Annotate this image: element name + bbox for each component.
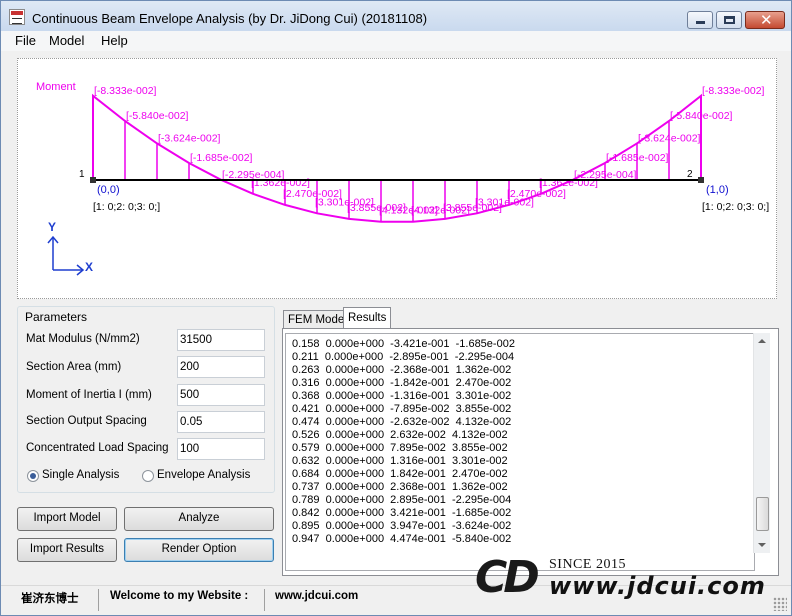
beam-diagram-canvas[interactable]: Moment [-8.333e-002] [-5.840e-002] [-3.624… [17,58,777,299]
parameters-title: Parameters [25,310,88,324]
node-2-coord: (1,0) [706,184,729,196]
resize-grip-icon[interactable] [773,597,787,611]
mat-modulus-label: Mat Modulus (N/mm2) [26,333,140,345]
moment-of-inertia-input[interactable]: 500 [177,384,265,406]
concentrated-load-spacing-label: Concentrated Load Spacing [26,442,169,454]
minimize-icon [696,21,705,24]
tab-strip: FEM Model Results [282,307,779,330]
menu-bar: File Model Help [1,31,791,51]
results-panel: 0.158 0.000e+000 -3.421e-001 -1.685e-002… [282,328,779,576]
moment-label: Moment [36,81,76,93]
jdcui-logo-mark: CD [475,552,540,603]
close-button[interactable]: ✕ [745,11,785,29]
render-option-button[interactable]: Render Option [124,538,274,562]
moment-diagram: Moment [-8.333e-002] [-5.840e-002] [-3.624… [36,81,769,276]
welcome-text: Welcome to my Website : [110,590,249,602]
axis-y-label: Y [48,220,56,234]
logo-since-text: SINCE 2015 [549,557,626,572]
results-scrollbar[interactable] [753,333,770,553]
moment-value-label: [2.470e-002] [507,188,566,200]
moment-value-label: [-1.685e-002] [190,152,253,164]
results-textbox[interactable]: 0.158 0.000e+000 -3.421e-001 -1.685e-002… [285,333,755,571]
result-line: 0.895 0.000e+000 3.947e-001 -3.624e-002 [292,520,512,532]
title-bar[interactable]: Continuous Beam Envelope Analysis (by Dr… [1,1,791,31]
node-1-restraint: [1: 0;2: 0;3: 0;] [93,201,160,213]
node-2-marker[interactable] [698,177,704,183]
tab-fem-model[interactable]: FEM Model [283,310,352,330]
section-output-spacing-label: Section Output Spacing [26,415,147,427]
moment-value-label: [-8.333e-002] [94,85,157,97]
window-title: Continuous Beam Envelope Analysis (by Dr… [32,11,428,26]
maximize-button[interactable] [716,11,742,29]
result-line: 0.421 0.000e+000 -7.895e-002 3.855e-002 [292,403,512,415]
mat-modulus-input[interactable]: 31500 [177,329,265,351]
section-area-input[interactable]: 200 [177,356,265,378]
import-results-button[interactable]: Import Results [17,538,117,562]
node-2-id: 2 [687,169,693,180]
result-line: 0.579 0.000e+000 7.895e-002 3.855e-002 [292,442,508,454]
result-line: 0.158 0.000e+000 -3.421e-001 -1.685e-002 [292,338,515,350]
result-line: 0.368 0.000e+000 -1.316e-001 3.301e-002 [292,390,512,402]
moment-of-inertia-label: Moment of Inertia I (mm) [26,389,152,401]
result-line: 0.842 0.000e+000 3.421e-001 -1.685e-002 [292,507,512,519]
node-2-restraint: [1: 0;2: 0;3: 0;] [702,201,769,213]
import-model-button[interactable]: Import Model [17,507,117,531]
author-name: 崔济东博士 [21,593,79,605]
tab-results[interactable]: Results [343,307,392,330]
menu-model[interactable]: Model [49,33,84,48]
node-1-coord: (0,0) [97,184,120,196]
result-line: 0.947 0.000e+000 4.474e-001 -5.840e-002 [292,533,512,545]
result-line: 0.263 0.000e+000 -2.368e-001 1.362e-002 [292,364,512,376]
status-separator [264,589,265,611]
moment-curve: [-8.333e-002] [-5.840e-002] [-3.624e-002] [… [92,85,765,223]
section-area-label: Section Area (mm) [26,361,122,373]
envelope-analysis-radio[interactable] [142,470,154,482]
single-analysis-radio[interactable] [27,470,39,482]
result-line: 0.632 0.000e+000 1.316e-001 3.301e-002 [292,455,508,467]
result-line: 0.211 0.000e+000 -2.895e-001 -2.295e-004 [292,351,515,363]
status-separator [98,589,99,611]
result-line: 0.789 0.000e+000 2.895e-001 -2.295e-004 [292,494,512,506]
website-link[interactable]: www.jdcui.com [275,590,358,602]
result-line: 0.737 0.000e+000 2.368e-001 1.362e-002 [292,481,508,493]
concentrated-load-spacing-input[interactable]: 100 [177,438,265,460]
logo-url-text: www.jdcui.com [549,572,766,600]
result-line: 0.474 0.000e+000 -2.632e-002 4.132e-002 [292,416,512,428]
moment-value-label: [-5.840e-002] [126,110,189,122]
axis-x-label: X [85,260,93,274]
coordinate-axes-icon: Y X [47,220,93,276]
analyze-button[interactable]: Analyze [124,507,274,531]
parameters-group: Parameters Mat Modulus (N/mm2) 31500 Sec… [17,306,275,493]
section-output-spacing-input[interactable]: 0.05 [177,411,265,433]
minimize-button[interactable] [687,11,713,29]
scroll-down-icon[interactable] [758,543,766,547]
single-analysis-label[interactable]: Single Analysis [42,469,119,481]
moment-value-label: [-8.333e-002] [702,85,765,97]
result-line: 0.526 0.000e+000 2.632e-002 4.132e-002 [292,429,508,441]
moment-value-label: [-3.624e-002] [158,132,221,144]
scroll-up-icon[interactable] [758,339,766,343]
envelope-analysis-label[interactable]: Envelope Analysis [157,469,250,481]
node-1-id: 1 [79,169,85,180]
result-line: 0.316 0.000e+000 -1.842e-001 2.470e-002 [292,377,512,389]
node-1-marker[interactable] [90,177,96,183]
scroll-thumb[interactable] [756,497,769,531]
menu-help[interactable]: Help [101,33,128,48]
app-window: Continuous Beam Envelope Analysis (by Dr… [0,0,792,616]
result-line: 0.684 0.000e+000 1.842e-001 2.470e-002 [292,468,508,480]
close-icon: ✕ [760,12,773,29]
menu-file[interactable]: File [15,33,36,48]
app-icon [9,9,25,25]
maximize-icon [724,16,735,24]
